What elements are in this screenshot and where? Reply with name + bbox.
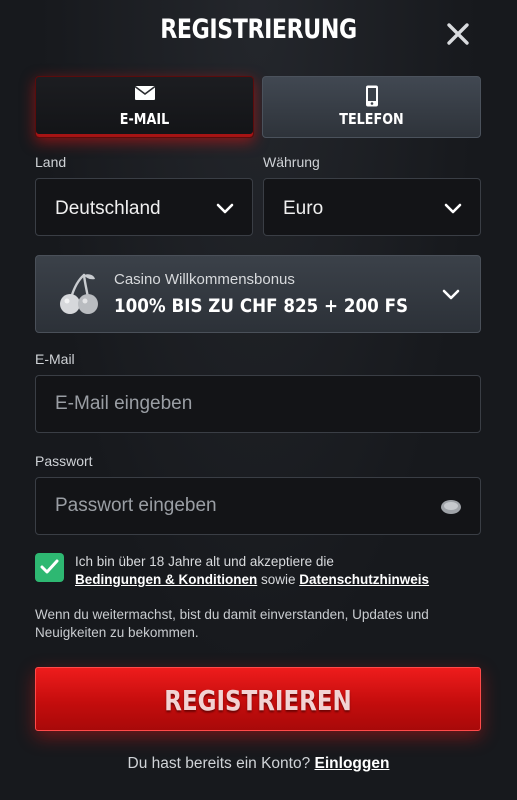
login-link[interactable]: Einloggen (315, 755, 390, 772)
consent-text-line: Ich bin über 18 Jahre alt und akzeptiere… (75, 554, 334, 569)
check-icon (40, 559, 59, 574)
country-select[interactable]: Deutschland (35, 178, 253, 236)
password-label: Passwort (35, 453, 93, 469)
chevron-down-icon (444, 203, 462, 214)
terms-link[interactable]: Bedingungen & Konditionen (75, 572, 257, 587)
registration-method-tabs: E-MAIL TELEFON (35, 76, 481, 138)
tab-email[interactable]: E-MAIL (35, 76, 254, 138)
close-icon[interactable] (442, 18, 474, 50)
bonus-title: 100% BIS ZU CHF 825 + 200 FS (114, 295, 409, 317)
email-label: E-Mail (35, 351, 75, 367)
email-field[interactable] (36, 376, 480, 432)
updates-note: Wenn du weitermachst, bist du damit einv… (35, 607, 429, 640)
register-button-label: REGISTRIEREN (164, 684, 352, 717)
currency-select[interactable]: Euro (263, 178, 481, 236)
eye-icon[interactable] (440, 497, 462, 517)
currency-value: Euro (283, 198, 324, 219)
login-prompt: Du hast bereits ein Konto? Einloggen (0, 755, 517, 773)
tab-email-label: E-MAIL (119, 110, 170, 128)
register-button[interactable]: REGISTRIEREN (35, 667, 481, 731)
login-prompt-text: Du hast bereits ein Konto? (127, 755, 315, 772)
privacy-link[interactable]: Datenschutzhinweis (299, 572, 429, 587)
cherry-icon (60, 273, 98, 314)
consent-and: sowie (257, 572, 300, 587)
modal-header: REGISTRIERUNG (0, 0, 517, 70)
age-consent-checkbox[interactable] (35, 553, 64, 582)
bonus-subtitle: Casino Willkommensbonus (114, 271, 295, 288)
tab-phone-label: TELEFON (339, 110, 404, 128)
tab-phone[interactable]: TELEFON (262, 76, 481, 138)
phone-icon (263, 85, 480, 107)
chevron-down-icon (442, 289, 460, 300)
envelope-icon (36, 85, 253, 105)
password-field[interactable] (36, 478, 480, 534)
chevron-down-icon (216, 203, 234, 214)
country-label: Land (35, 154, 67, 170)
bonus-select[interactable]: Casino Willkommensbonus 100% BIS ZU CHF … (35, 255, 481, 333)
country-value: Deutschland (55, 198, 161, 219)
password-field-wrapper (35, 477, 481, 535)
currency-label: Währung (263, 154, 320, 170)
consent-text: Ich bin über 18 Jahre alt und akzeptiere… (75, 553, 475, 589)
email-field-wrapper (35, 375, 481, 433)
page-title: REGISTRIERUNG (160, 14, 357, 45)
